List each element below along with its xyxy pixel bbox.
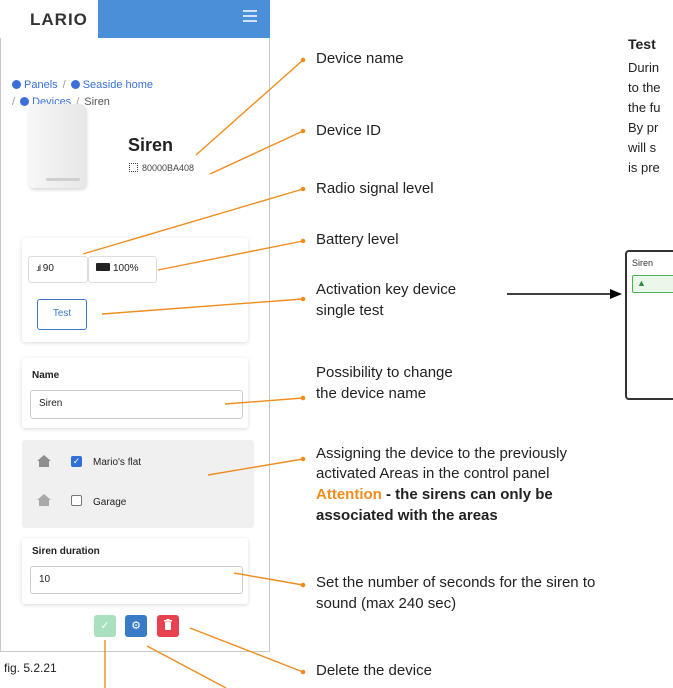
annotation-lines bbox=[82, 57, 622, 688]
